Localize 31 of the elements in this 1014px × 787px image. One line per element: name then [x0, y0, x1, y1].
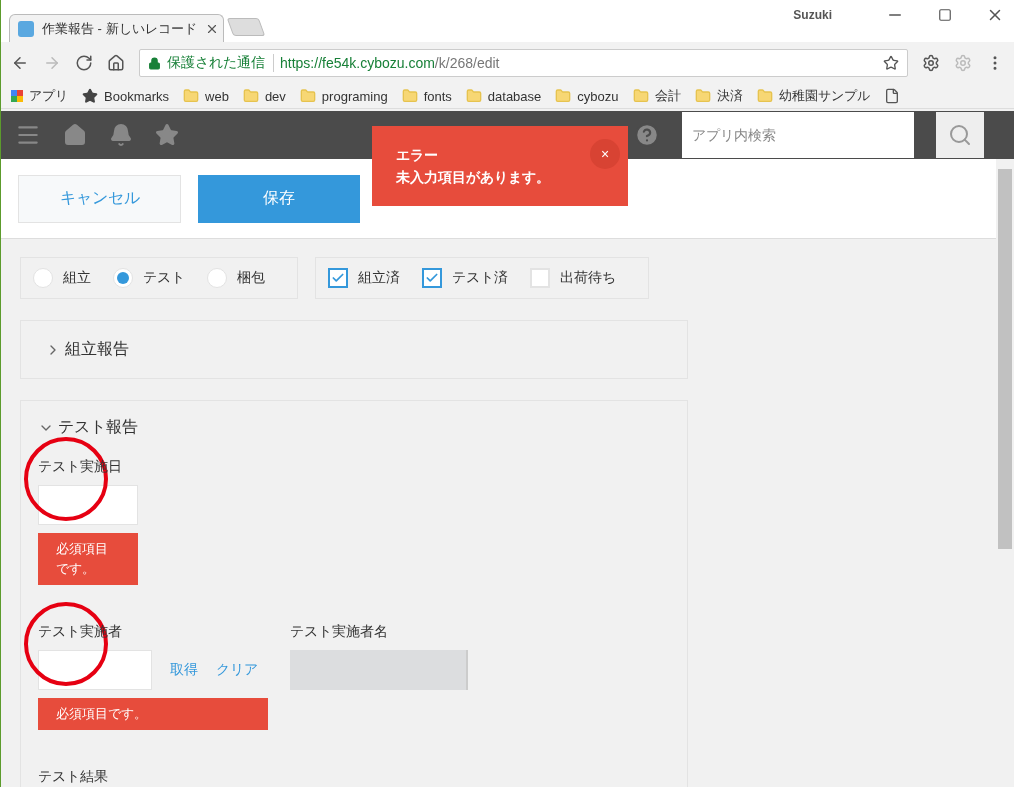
field-label: テスト実施者名 [290, 623, 389, 641]
bookmark-link[interactable]: Bookmarks [104, 88, 170, 104]
toast-message: 未入力項目があります。 [396, 168, 551, 187]
section-toggle[interactable]: テスト報告 [38, 417, 138, 438]
close-button[interactable]: × [590, 139, 620, 169]
radio-option[interactable]: 梱包 [207, 268, 265, 288]
bookmark-link[interactable]: web [205, 88, 229, 104]
error-message: 必須項目です。 [38, 698, 268, 730]
checkbox-option[interactable]: テスト済 [422, 268, 508, 288]
radio-option[interactable]: テスト [113, 268, 185, 288]
profile-name: Suzuki [793, 8, 832, 22]
bookmark-link[interactable]: 幼稚園サンプル [778, 87, 870, 105]
bookmark-link[interactable]: programing [321, 88, 388, 104]
checkbox-option[interactable]: 組立済 [328, 268, 400, 288]
browser-tab[interactable]: 作業報告 - 新しいレコード [9, 14, 224, 42]
field-label: テスト結果 [38, 768, 109, 786]
bookmark-link[interactable]: fonts [423, 88, 452, 104]
bookmark-link[interactable]: 会計 [654, 87, 681, 105]
error-message: 必須項目です。 [38, 533, 138, 585]
toast-title: エラー [396, 146, 439, 165]
bookmark-link[interactable]: 決済 [716, 87, 743, 105]
bookmark-link[interactable]: cybozu [577, 88, 619, 104]
search-field[interactable]: アプリ内検索 [682, 112, 914, 158]
tab-title: 作業報告 - 新しいレコード [42, 19, 197, 38]
bookmark-link[interactable]: database [487, 88, 542, 104]
section-toggle[interactable]: 組立報告 [45, 339, 129, 360]
bookmark-link[interactable]: アプリ [29, 87, 68, 105]
address-bar[interactable]: 保護された通信 https://fe54k.cybozu.com/k/268/edit [139, 49, 908, 77]
checkbox-option[interactable]: 出荷待ち [530, 268, 616, 288]
bookmark-link[interactable]: dev [264, 88, 286, 104]
radio-option[interactable]: 組立 [33, 268, 91, 288]
